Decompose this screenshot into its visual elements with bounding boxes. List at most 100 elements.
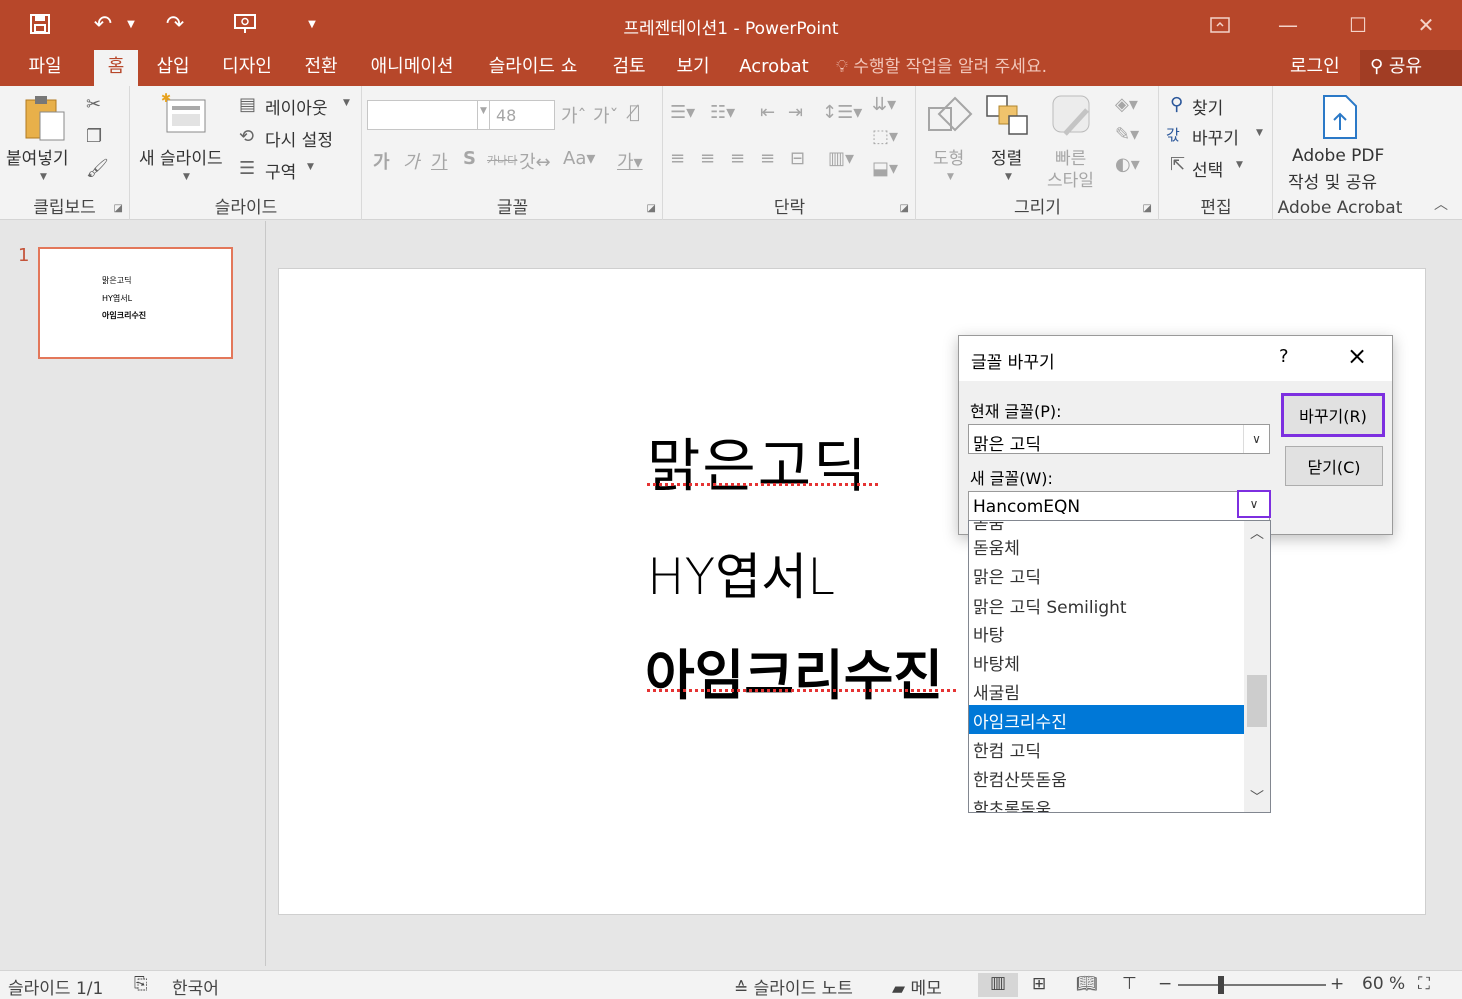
align-right-icon[interactable]: ≡ xyxy=(730,148,745,169)
reset-button[interactable]: 다시 설정 xyxy=(265,126,333,151)
share-button[interactable]: ⚲ 공유 xyxy=(1360,50,1462,86)
font-launcher-icon[interactable]: ◪ xyxy=(647,203,656,214)
comments-button[interactable]: ▰ 메모 xyxy=(892,974,942,999)
slide-text-line-2[interactable]: HY엽서L xyxy=(647,537,835,609)
list-item[interactable]: 한컴 고딕 xyxy=(969,734,1244,763)
underline-icon[interactable]: 가 xyxy=(431,148,448,174)
list-item[interactable]: 맑은 고딕 xyxy=(969,560,1244,589)
columns-icon[interactable]: ▥▾ xyxy=(828,148,854,169)
new-slide-icon[interactable]: ✱ xyxy=(161,91,209,141)
zoom-in-icon[interactable]: + xyxy=(1330,974,1344,994)
new-slide-button[interactable]: 새 슬라이드 xyxy=(139,144,223,169)
close-icon[interactable]: × xyxy=(1339,342,1375,374)
shape-outline-icon[interactable]: ✎▾ xyxy=(1115,124,1139,145)
slide-text-line-1[interactable]: 맑은고딕 xyxy=(647,419,868,503)
layout-dropdown-icon[interactable]: ▼ xyxy=(343,98,350,108)
tab-file[interactable]: 파일 xyxy=(18,50,72,86)
change-case-icon[interactable]: Aa▾ xyxy=(563,148,595,169)
tab-insert[interactable]: 삽입 xyxy=(146,50,200,86)
current-font-combo[interactable]: 맑은 고딕 ∨ xyxy=(968,424,1270,455)
select-button[interactable]: 선택 xyxy=(1192,156,1223,181)
bullets-icon[interactable]: ☰▾ xyxy=(670,102,695,123)
chevron-down-icon[interactable]: ∨ xyxy=(1237,490,1271,518)
create-pdf-label-2[interactable]: 작성 및 공유 xyxy=(1288,168,1377,193)
list-item[interactable]: 맑은 고딕 Semilight xyxy=(969,590,1244,619)
grow-font-icon[interactable]: 가ˆ xyxy=(561,102,587,128)
distributed-icon[interactable]: ⊟ xyxy=(790,148,805,169)
layout-button[interactable]: 레이아웃 xyxy=(265,94,328,119)
increase-indent-icon[interactable]: ⇥ xyxy=(788,102,803,123)
tab-slideshow[interactable]: 슬라이드 쇼 xyxy=(478,50,588,86)
tab-animations[interactable]: 애니메이션 xyxy=(360,50,464,86)
ribbon-display-options-icon[interactable] xyxy=(1200,8,1240,42)
font-name-field[interactable] xyxy=(367,100,487,130)
list-item[interactable]: 함초롬돋움 xyxy=(969,792,1244,812)
scroll-up-icon[interactable]: ︿ xyxy=(1250,523,1264,543)
list-item[interactable]: 바탕 xyxy=(969,618,1244,647)
shapes-dropdown-icon[interactable]: ▼ xyxy=(947,172,954,182)
shapes-icon[interactable] xyxy=(927,94,973,143)
justify-icon[interactable]: ≡ xyxy=(760,148,775,169)
align-center-icon[interactable]: ≡ xyxy=(700,148,715,169)
new-font-combo[interactable]: HancomEQN ∨ xyxy=(968,490,1271,521)
replace-button[interactable]: 바꾸기 xyxy=(1192,124,1239,149)
align-left-icon[interactable]: ≡ xyxy=(670,148,685,169)
spelling-check-icon[interactable]: ⎘ xyxy=(134,974,148,994)
chevron-down-icon[interactable]: ∨ xyxy=(1243,425,1269,453)
font-size-field[interactable]: 48 xyxy=(489,100,555,130)
slideshow-view-icon[interactable]: ⊤ xyxy=(1122,974,1137,994)
find-button[interactable]: 찾기 xyxy=(1192,94,1223,119)
quick-styles-label-2[interactable]: 스타일 xyxy=(1047,166,1094,191)
collapse-ribbon-icon[interactable]: ︿ xyxy=(1434,194,1448,214)
list-item[interactable]: 바탕체 xyxy=(969,647,1244,676)
paste-dropdown-icon[interactable]: ▼ xyxy=(40,172,47,182)
shape-effects-icon[interactable]: ◐▾ xyxy=(1115,154,1140,175)
shape-fill-icon[interactable]: ◈▾ xyxy=(1115,94,1138,115)
tab-review[interactable]: 검토 xyxy=(602,50,656,86)
reading-view-icon[interactable]: 📖︎ xyxy=(1076,974,1098,994)
select-dropdown-icon[interactable]: ▼ xyxy=(1236,160,1243,170)
copy-icon[interactable]: ❐ xyxy=(86,126,102,147)
paste-icon[interactable] xyxy=(24,94,66,147)
clipboard-launcher-icon[interactable]: ◪ xyxy=(114,203,123,214)
drawing-launcher-icon[interactable]: ◪ xyxy=(1143,203,1152,214)
slide-sorter-icon[interactable]: ⊞ xyxy=(1032,974,1046,994)
clear-formatting-icon[interactable]: 가̸ xyxy=(629,102,640,123)
fit-to-window-icon[interactable]: ⛶ xyxy=(1418,974,1430,994)
strikethrough-icon[interactable]: 가나다 xyxy=(487,152,517,168)
char-spacing-icon[interactable]: 갓↔ xyxy=(519,148,551,174)
shrink-font-icon[interactable]: 가ˇ xyxy=(593,102,619,128)
line-spacing-icon[interactable]: ↕☰▾ xyxy=(822,102,862,123)
list-item[interactable]: 새굴림 xyxy=(969,676,1244,705)
replace-button[interactable]: 바꾸기(R) xyxy=(1281,393,1385,437)
section-button[interactable]: 구역 xyxy=(265,158,296,183)
text-direction-icon[interactable]: ⇊▾ xyxy=(872,94,896,115)
zoom-out-icon[interactable]: − xyxy=(1158,974,1172,994)
scrollbar-thumb[interactable] xyxy=(1247,675,1267,727)
tell-me-box[interactable]: 💡︎ 수행할 작업을 알려 주세요. xyxy=(836,50,1047,84)
paste-button[interactable]: 붙여넣기 xyxy=(6,144,69,169)
list-item[interactable]: 돋움체 xyxy=(969,531,1244,560)
minimize-icon[interactable]: — xyxy=(1268,8,1308,42)
create-pdf-icon[interactable] xyxy=(1320,94,1360,145)
normal-view-icon[interactable]: ▥ xyxy=(978,973,1018,997)
create-pdf-label-1[interactable]: Adobe PDF xyxy=(1292,146,1384,166)
quick-styles-icon[interactable] xyxy=(1049,94,1095,143)
tab-transitions[interactable]: 전환 xyxy=(294,50,348,86)
tab-design[interactable]: 디자인 xyxy=(212,50,282,86)
list-item[interactable]: 한컴산뜻돋움 xyxy=(969,763,1244,792)
replace-dropdown-icon[interactable]: ▼ xyxy=(1256,128,1263,138)
align-text-icon[interactable]: ⬚▾ xyxy=(872,126,898,147)
tab-view[interactable]: 보기 xyxy=(666,50,720,86)
format-painter-icon[interactable]: 🖌︎ xyxy=(86,158,109,179)
section-dropdown-icon[interactable]: ▼ xyxy=(307,162,314,172)
new-slide-dropdown-icon[interactable]: ▼ xyxy=(183,172,190,182)
arrange-dropdown-icon[interactable]: ▼ xyxy=(1005,172,1012,182)
arrange-button[interactable]: 정렬 xyxy=(991,144,1022,169)
notes-button[interactable]: ≙ 슬라이드 노트 xyxy=(734,974,853,999)
close-button[interactable]: 닫기(C) xyxy=(1285,446,1383,486)
shapes-button[interactable]: 도형 xyxy=(933,144,964,169)
cut-icon[interactable]: ✂ xyxy=(86,94,101,115)
bold-icon[interactable]: 가 xyxy=(373,148,390,174)
decrease-indent-icon[interactable]: ⇤ xyxy=(760,102,775,123)
